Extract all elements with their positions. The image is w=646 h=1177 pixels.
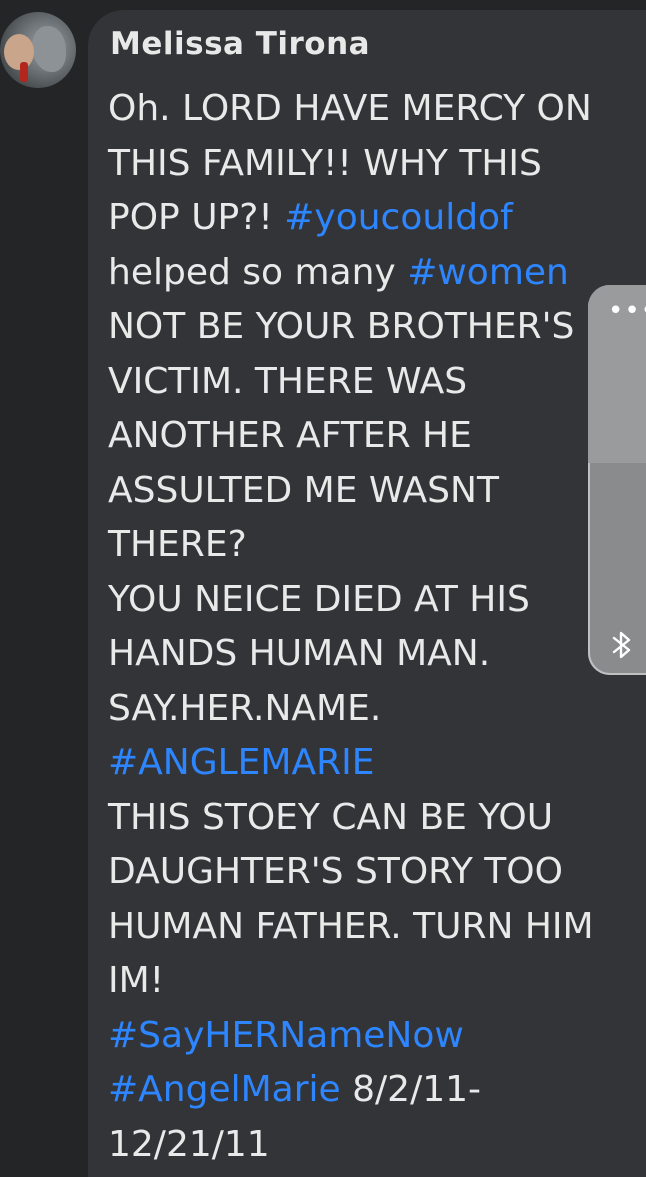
hashtag-link[interactable]: #AngelMarie (108, 1069, 341, 1110)
comment-line: THIS STOEY CAN BE YOU (108, 791, 646, 846)
comment-line: VICTIM. THERE WAS (108, 355, 646, 410)
comment-line: DAUGHTER'S STORY TOO (108, 845, 646, 900)
comment-text: Oh. LORD HAVE MERCY ON (108, 88, 592, 129)
comment-line: #ANGLEMARIE (108, 736, 646, 791)
comment-text: POP UP?! (108, 197, 285, 238)
hashtag-link[interactable]: #SayHERNameNow (108, 1015, 464, 1056)
comment-line: THERE? (108, 518, 646, 573)
avatar[interactable] (0, 12, 76, 88)
comment-line: THIS FAMILY!! WHY THIS (108, 137, 646, 192)
comment-line: #AngelMarie 8/2/11- (108, 1063, 646, 1118)
comment-text: ANOTHER AFTER HE (108, 415, 472, 456)
comment-text: HUMAN FATHER. TURN HIM (108, 905, 594, 947)
comment-text: THIS FAMILY!! WHY THIS (108, 142, 542, 184)
comment-text: ASSULTED ME WASNT (108, 469, 499, 511)
comment-line: SAY.HER.NAME. (108, 682, 646, 737)
comment-text: THERE? (108, 524, 247, 565)
avatar-face (4, 34, 34, 70)
avatar-parrot (32, 26, 66, 72)
bluetooth-icon[interactable] (605, 628, 639, 662)
comment-text: NOT BE YOUR BROTHER'S (108, 306, 575, 347)
comment-text: helped so many (108, 251, 408, 293)
hashtag-link[interactable]: #youcouldof (284, 197, 513, 238)
comment-screen: Melissa Tirona Oh. LORD HAVE MERCY ON THI… (0, 0, 646, 1177)
comment-text: 8/2/11- (340, 1069, 481, 1110)
comment-line: NOT BE YOUR BROTHER'S (108, 300, 646, 355)
comment-line: HUMAN FATHER. TURN HIM (108, 900, 646, 955)
comment-line: YOU NEICE DIED AT HIS (108, 573, 646, 628)
comment-line: HANDS HUMAN MAN. (108, 627, 646, 682)
more-dots-icon[interactable]: ••• (608, 296, 646, 326)
comment-line: ASSULTED ME WASNT (108, 464, 646, 519)
comment-text: HANDS HUMAN MAN. (108, 633, 491, 674)
comment-line: helped so many #women (108, 246, 646, 301)
comment-text: IM! (108, 960, 165, 1001)
comment-line: IM! (108, 954, 646, 1009)
side-panel[interactable] (588, 285, 646, 675)
comment-line: 12/21/11 (108, 1118, 646, 1173)
avatar-parrot-tail (20, 62, 28, 82)
comment-text: 12/21/11 (108, 1123, 270, 1165)
comment-text: SAY.HER.NAME. (108, 687, 382, 729)
comment-text: VICTIM. THERE WAS (108, 360, 468, 402)
comment-text: YOU NEICE DIED AT HIS (108, 578, 530, 620)
comment-text: DAUGHTER'S STORY TOO (108, 851, 563, 892)
comment-line: Oh. LORD HAVE MERCY ON (108, 82, 646, 137)
comment-line: #SayHERNameNow (108, 1009, 646, 1064)
hashtag-link[interactable]: #women (407, 252, 569, 293)
comment-author[interactable]: Melissa Tirona (110, 26, 370, 62)
comment-body: Oh. LORD HAVE MERCY ON THIS FAMILY!! WHY … (108, 82, 646, 1172)
comment-line: ANOTHER AFTER HE (108, 409, 646, 464)
hashtag-link[interactable]: #ANGLEMARIE (108, 742, 374, 783)
comment-line: POP UP?! #youcouldof (108, 191, 646, 246)
comment-text: THIS STOEY CAN BE YOU (108, 796, 554, 838)
